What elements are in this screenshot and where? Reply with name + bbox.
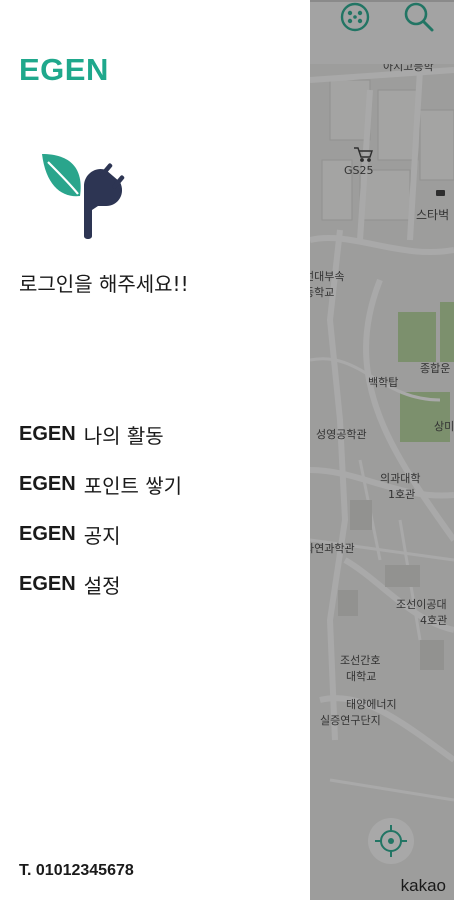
drawer-menu: EGEN 나의 활동 EGEN 포인트 쌓기 EGEN 공지 EGEN 설정 [19, 418, 182, 618]
login-prompt[interactable]: 로그인을 해주세요!! [19, 268, 189, 297]
menu-brand: EGEN [19, 522, 76, 545]
menu-brand: EGEN [19, 422, 76, 445]
menu-label: 포인트 쌓기 [83, 473, 183, 498]
menu-item-settings[interactable]: EGEN 설정 [19, 559, 182, 609]
menu-item-earn-points[interactable]: EGEN 포인트 쌓기 [19, 459, 182, 509]
menu-label: 공지 [83, 523, 121, 548]
navigation-drawer: EGEN 로그인을 해주세요!! EGEN 나의 활동 EGEN 포인트 쌓기 … [0, 0, 310, 900]
egen-logo-icon [42, 154, 125, 239]
contact-phone: T. 01012345678 [19, 862, 134, 879]
brand-title: EGEN [19, 52, 109, 87]
menu-item-notice[interactable]: EGEN 공지 [19, 509, 182, 559]
menu-label: 나의 활동 [83, 423, 164, 448]
menu-label: 설정 [83, 573, 121, 598]
menu-item-my-activity[interactable]: EGEN 나의 활동 [19, 409, 182, 459]
menu-brand: EGEN [19, 472, 76, 495]
menu-brand: EGEN [19, 572, 76, 595]
